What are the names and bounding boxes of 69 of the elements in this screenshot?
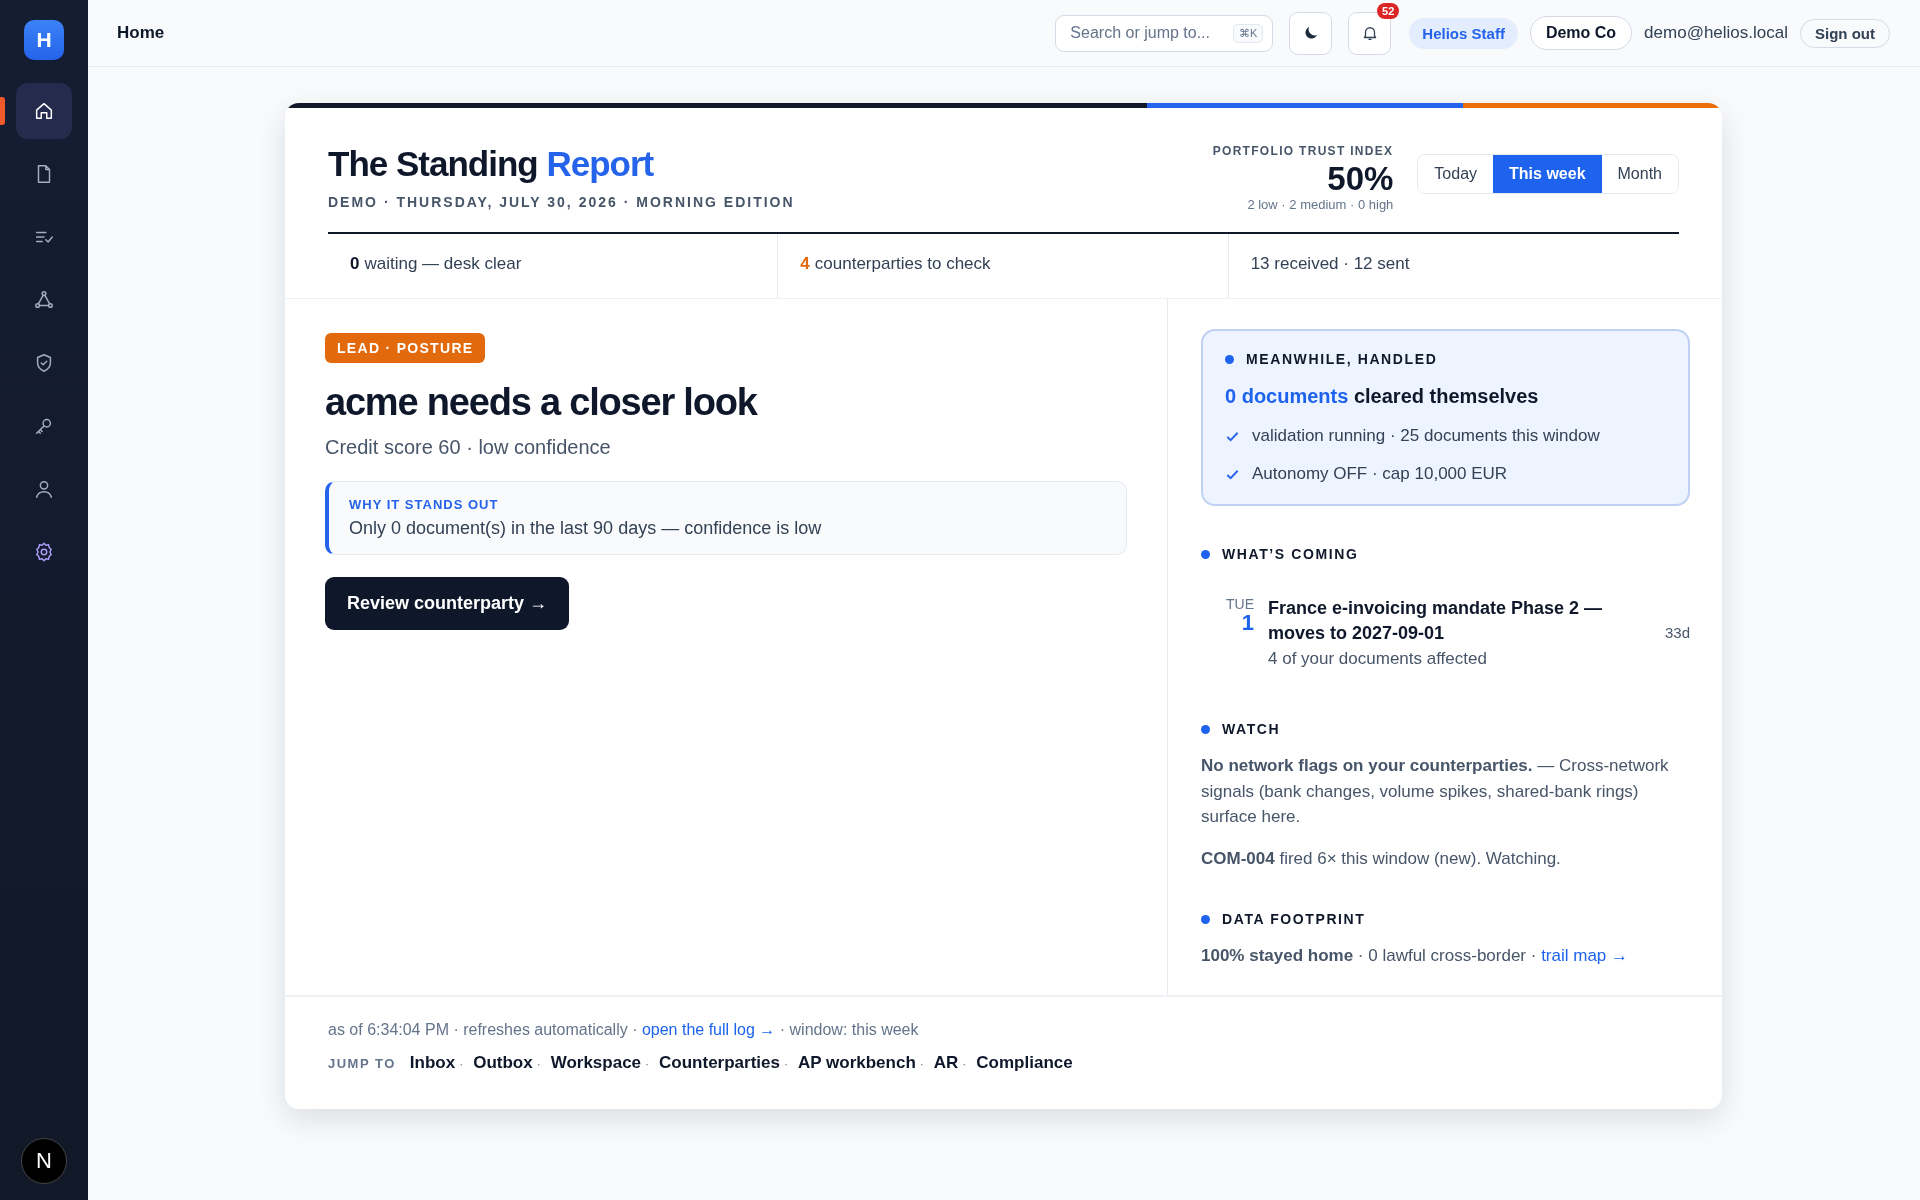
section-heading: WATCH	[1222, 721, 1281, 738]
bullet-dot	[1201, 914, 1210, 924]
jump-link[interactable]: Compliance	[976, 1052, 1073, 1073]
app-logo[interactable]: H	[24, 20, 64, 60]
stat-label: 13 received · 12 sent	[1250, 254, 1410, 274]
event-detail: 4 of your documents affected	[1268, 649, 1488, 670]
lead-tag: LEAD · POSTURE	[325, 333, 486, 363]
jump-link[interactable]: Inbox	[409, 1052, 456, 1073]
trail-map-link[interactable]: trail map →	[1541, 946, 1629, 966]
index-label: PORTFOLIO TRUST INDEX	[1212, 144, 1394, 158]
period-tab[interactable]: This week	[1493, 155, 1602, 193]
watch-text: No network flags on your counterparties. — Cross-network signals (bank changes, volume spikes, shared-bank rings) surface here.	[1201, 755, 1670, 829]
user-icon	[33, 478, 55, 500]
section-heading: MEANWHILE, HANDLED	[1246, 351, 1438, 367]
review-button[interactable]: Review counterparty →	[325, 577, 570, 630]
jump-link[interactable]: AP workbench	[798, 1052, 916, 1073]
footprint-text: 100% stayed home · 0 lawful cross-border · trail map →	[1201, 945, 1630, 968]
documents-link[interactable]: 0 documents	[1225, 385, 1349, 407]
bullet-dot	[1201, 549, 1210, 559]
event-title: France e-invoicing mandate Phase 2 — moves to 2027-09-01	[1268, 597, 1604, 646]
check-text: validation running · 25 documents this window	[1252, 426, 1600, 446]
jump-link[interactable]: Counterparties	[659, 1052, 780, 1073]
stat-count: 0	[350, 254, 360, 274]
lead-headline: acme needs a closer look	[325, 381, 757, 424]
theme-toggle-button[interactable]	[1289, 11, 1333, 55]
full-log-link[interactable]: open the full log →	[641, 1020, 776, 1038]
handled-text: cleared themselves	[1353, 385, 1539, 407]
settings-icon	[33, 541, 55, 563]
refresh-status: as of 6:34:04 PM · refreshes automatically · open the full log → · window: this week	[328, 1020, 920, 1039]
check-text: Autonomy OFF · cap 10,000 EUR	[1252, 464, 1508, 484]
active-indicator	[0, 97, 5, 125]
role-tag: Helios Staff	[1409, 17, 1518, 49]
lead-subtitle: Credit score 60 · low confidence	[325, 436, 611, 459]
section-heading: DATA FOOTPRINT	[1222, 911, 1366, 928]
index-value: 50%	[1326, 162, 1394, 195]
jump-label: JUMP TO	[328, 1055, 396, 1071]
separator: ·	[962, 1056, 967, 1071]
separator: ·	[919, 1056, 924, 1071]
report-title: The Standing Report	[328, 144, 655, 184]
watch-text: COM-004 fired 6× this window (new). Watching.	[1201, 847, 1562, 870]
sign-out-button[interactable]: Sign out	[1800, 18, 1890, 48]
user-email: demo@helios.local	[1644, 23, 1788, 43]
separator: ·	[536, 1056, 541, 1071]
notification-count: 52	[1377, 2, 1400, 19]
separator: ·	[459, 1056, 464, 1071]
stat-label: waiting — desk clear	[364, 254, 522, 274]
event-day: 1	[1241, 612, 1254, 634]
index-breakdown: 2 low · 2 medium · 0 high	[1246, 197, 1394, 212]
nav-home-button[interactable]	[16, 83, 72, 139]
organization-button[interactable]: Demo Co	[1529, 16, 1633, 50]
user-avatar[interactable]: N	[21, 1138, 67, 1184]
separator: ·	[645, 1056, 650, 1071]
separator: ·	[784, 1056, 788, 1071]
jump-link[interactable]: AR	[933, 1052, 959, 1073]
bullet-dot	[1225, 354, 1234, 364]
stat-label: counterparties to check	[814, 254, 991, 274]
section-heading: WHAT’S COMING	[1222, 546, 1359, 562]
stat-count: 4	[800, 254, 810, 274]
edition-line: DEMO · THURSDAY, JULY 30, 2026 · MORNING EDITION	[328, 194, 795, 210]
home-icon	[33, 100, 55, 122]
event-countdown: 33d	[1664, 624, 1690, 642]
bullet-dot	[1201, 724, 1210, 734]
jump-link[interactable]: Outbox	[473, 1052, 533, 1073]
page-title: Home	[117, 23, 165, 43]
event-weekday: TUE	[1226, 596, 1254, 612]
jump-link[interactable]: Workspace	[550, 1052, 642, 1073]
why-label: WHY IT STANDS OUT	[349, 497, 500, 512]
why-text: Only 0 document(s) in the last 90 days — confidence is low	[349, 518, 823, 539]
network-icon	[33, 289, 55, 311]
